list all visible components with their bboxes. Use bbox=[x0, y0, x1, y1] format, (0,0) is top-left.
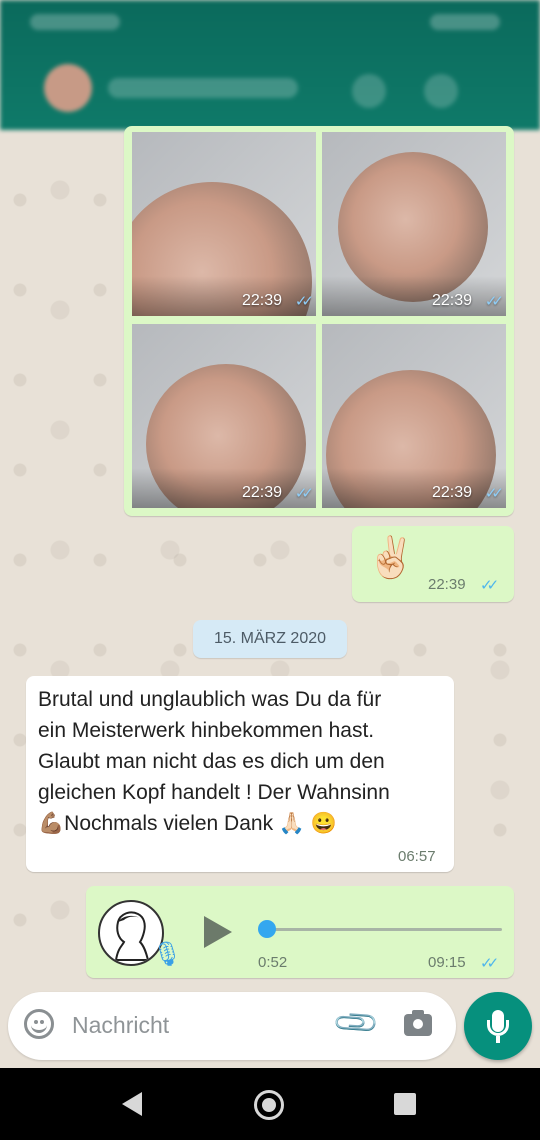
voice-duration: 0:52 bbox=[258, 954, 288, 971]
emoji-icon[interactable] bbox=[24, 1009, 54, 1039]
photo-4[interactable]: 22:39 ✓✓ bbox=[322, 324, 506, 508]
read-ticks-icon: ✓✓ bbox=[480, 577, 499, 594]
contact-avatar[interactable] bbox=[44, 64, 92, 112]
back-icon[interactable] bbox=[122, 1092, 142, 1116]
read-ticks-icon: ✓✓ bbox=[484, 485, 504, 502]
camera-icon[interactable] bbox=[404, 1010, 432, 1036]
voice-progress-handle[interactable] bbox=[258, 920, 276, 938]
mic-icon-arc bbox=[487, 1020, 509, 1036]
chat-header[interactable] bbox=[0, 0, 540, 130]
video-call-icon[interactable] bbox=[352, 74, 386, 108]
photo-time: 22:39 bbox=[431, 484, 472, 501]
recents-icon[interactable] bbox=[394, 1093, 416, 1115]
outgoing-voice-message[interactable]: 🎙 0:52 09:15 ✓✓ bbox=[86, 886, 514, 978]
voice-progress-track[interactable] bbox=[262, 928, 502, 931]
message-text: Brutal und unglaublich was Du da für ein… bbox=[38, 684, 448, 839]
message-composer[interactable]: Nachricht 📎 bbox=[8, 992, 456, 1060]
mic-icon-stem bbox=[496, 1036, 500, 1043]
date-divider: 15. MÄRZ 2020 bbox=[193, 620, 347, 658]
message-line: gleichen Kopf handelt ! Der Wahnsinn bbox=[38, 781, 390, 804]
photo-time: 22:39 bbox=[431, 292, 472, 309]
message-time: 22:39 bbox=[428, 576, 466, 593]
photo-1[interactable]: 22:39 ✓✓ bbox=[132, 132, 316, 316]
message-time: 06:57 bbox=[398, 848, 436, 865]
read-ticks-icon: ✓✓ bbox=[480, 955, 499, 972]
play-icon[interactable] bbox=[204, 916, 232, 948]
message-line: 💪🏽Nochmals vielen Dank 🙏🏻 😀 bbox=[38, 812, 338, 835]
home-icon[interactable] bbox=[254, 1090, 284, 1120]
message-input-placeholder[interactable]: Nachricht bbox=[72, 1012, 169, 1039]
photo-time: 22:39 bbox=[241, 292, 282, 309]
record-voice-button[interactable] bbox=[464, 992, 532, 1060]
victory-hand-emoji: ✌🏻 bbox=[366, 536, 416, 580]
message-line: Brutal und unglaublich was Du da für bbox=[38, 688, 382, 711]
contact-name-blurred[interactable] bbox=[108, 78, 298, 98]
status-bar-right bbox=[430, 14, 500, 30]
call-icon[interactable] bbox=[424, 74, 458, 108]
read-ticks-icon: ✓✓ bbox=[484, 293, 504, 310]
photo-3[interactable]: 22:39 ✓✓ bbox=[132, 324, 316, 508]
photo-album-message[interactable]: 22:39 ✓✓ 22:39 ✓✓ 22:39 ✓✓ 22:39 ✓✓ bbox=[124, 126, 514, 516]
mic-icon: 🎙 bbox=[152, 941, 183, 968]
photo-time: 22:39 bbox=[241, 484, 282, 501]
message-line: Glaubt man nicht das es dich um den bbox=[38, 750, 385, 773]
read-ticks-icon: ✓✓ bbox=[294, 485, 314, 502]
message-time: 09:15 bbox=[428, 954, 466, 971]
outgoing-emoji-message[interactable]: ✌🏻 22:39 ✓✓ bbox=[352, 526, 514, 602]
status-bar-left bbox=[30, 14, 120, 30]
paperclip-icon[interactable]: 📎 bbox=[331, 998, 382, 1049]
incoming-text-message[interactable]: Brutal und unglaublich was Du da für ein… bbox=[26, 676, 454, 872]
message-line: ein Meisterwerk hinbekommen hast. bbox=[38, 719, 375, 742]
photo-2[interactable]: 22:39 ✓✓ bbox=[322, 132, 506, 316]
read-ticks-icon: ✓✓ bbox=[294, 293, 314, 310]
